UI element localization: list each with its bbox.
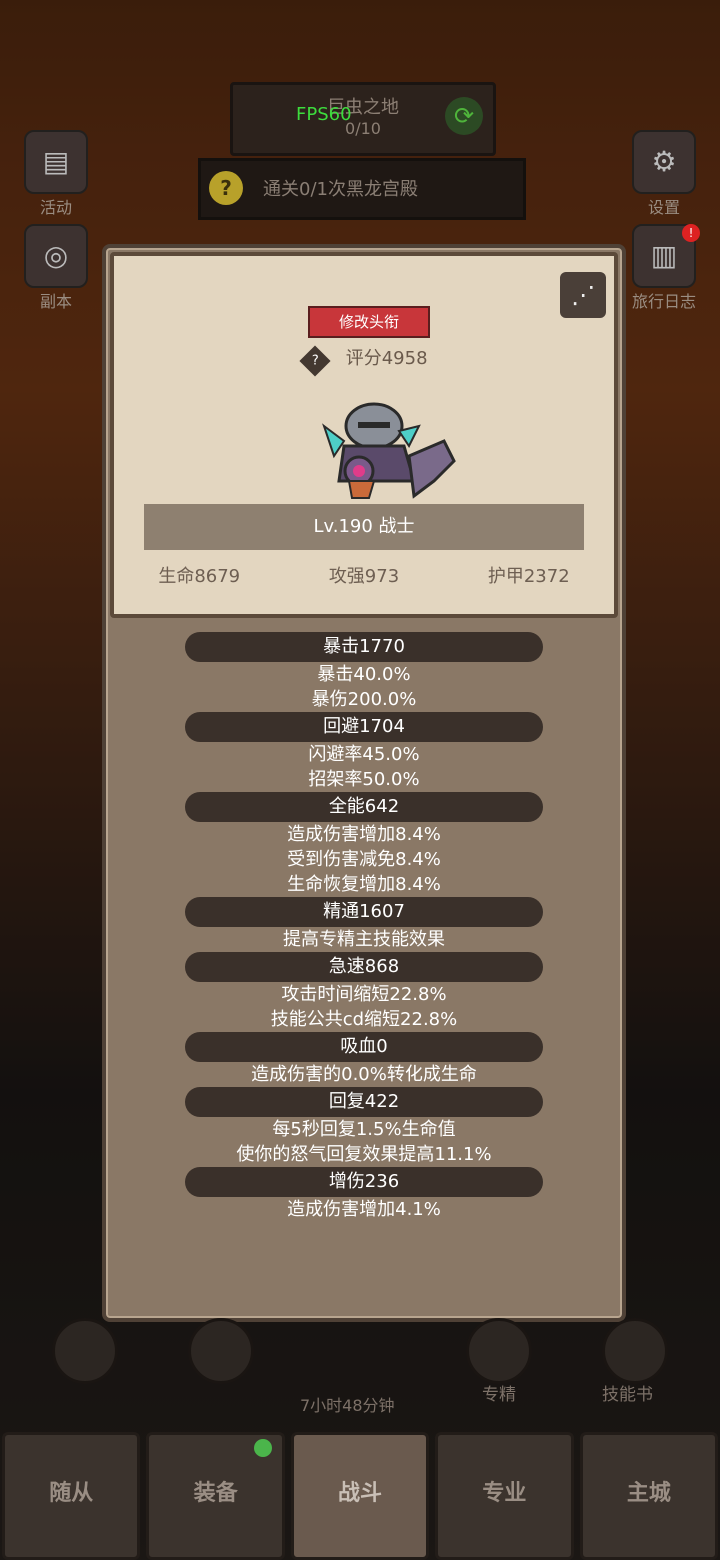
notification-dot <box>253 1439 272 1457</box>
attribute-header: 全能642 <box>185 792 543 822</box>
tab-equipment[interactable]: 装备 <box>146 1432 285 1560</box>
settings-button[interactable]: ⚙ 设置 <box>624 130 704 218</box>
attribute-detail: 造成伤害的0.0%转化成生命 <box>251 1064 477 1085</box>
level-class-bar: Lv.190 战士 <box>144 504 584 550</box>
event-button[interactable]: ▤ 活动 <box>16 130 96 218</box>
attribute-list: 暴击1770 暴击40.0% 暴伤200.0% 回避1704 闪避率45.0% … <box>106 632 622 1222</box>
gear-icon: ⚙ <box>632 130 696 194</box>
dungeon-button[interactable]: ◎ 副本 <box>16 224 96 312</box>
event-label: 活动 <box>39 198 72 217</box>
tab-main-city[interactable]: 主城 <box>579 1432 719 1560</box>
hp-stat: 生命8679 <box>158 566 241 587</box>
attribute-header: 增伤236 <box>185 1167 543 1197</box>
dungeon-label: 副本 <box>39 292 72 311</box>
attribute-detail: 提高专精主技能效果 <box>283 929 445 950</box>
attribute-detail: 攻击时间缩短22.8% <box>281 984 447 1005</box>
armor-stat: 护甲2372 <box>487 566 570 587</box>
attribute-header: 回避1704 <box>185 712 543 742</box>
zone-box[interactable]: 巨虫之地 0/10 ⟳ <box>230 82 496 156</box>
alert-badge: ! <box>682 224 700 242</box>
attribute-detail: 造成伤害增加8.4% <box>287 824 441 845</box>
journal-button[interactable]: ▥ ! 旅行日志 <box>624 224 704 312</box>
dungeon-portal-icon: ◎ <box>24 224 88 288</box>
attribute-detail: 暴伤200.0% <box>311 689 417 710</box>
help-icon[interactable]: ? <box>209 171 243 205</box>
potion-button[interactable] <box>52 1318 118 1384</box>
spec-button[interactable] <box>466 1318 532 1384</box>
bottom-tab-bar: 随从 装备 战斗 专业 主城 <box>0 1432 720 1560</box>
character-stats-panel: 修改头衔 ? 评分4958 ⋰ Lv.190 战士 生命8679 攻强973 护… <box>102 244 626 1322</box>
attribute-detail: 技能公共cd缩短22.8% <box>270 1009 458 1030</box>
attribute-detail: 每5秒回复1.5%生命值 <box>272 1119 456 1140</box>
attribute-detail: 暴击40.0% <box>317 664 411 685</box>
share-icon[interactable]: ⋰ <box>560 272 606 318</box>
food-button[interactable] <box>188 1318 254 1384</box>
refresh-icon[interactable]: ⟳ <box>445 97 483 135</box>
tab-profession[interactable]: 专业 <box>435 1432 574 1560</box>
attribute-detail: 受到伤害减免8.4% <box>287 849 441 870</box>
attribute-detail: 闪避率45.0% <box>308 744 420 765</box>
fps-counter: FPS60 <box>296 104 352 125</box>
skillbook-label: 技能书 <box>602 1385 653 1405</box>
skillbook-button[interactable] <box>602 1318 668 1384</box>
score: ? 评分4958 <box>299 344 428 377</box>
chest-timer: 7小时48分钟 <box>300 1396 395 1415</box>
attack-stat: 攻强973 <box>328 566 400 587</box>
attribute-detail: 使你的怒气回复效果提高11.1% <box>236 1144 492 1165</box>
tab-followers[interactable]: 随从 <box>2 1432 141 1560</box>
hero-sprite <box>322 402 456 499</box>
quest-text: 通关0/1次黑龙宫殿 <box>263 179 418 200</box>
tab-battle[interactable]: 战斗 <box>290 1432 430 1560</box>
base-stats-row: 生命8679 攻强973 护甲2372 <box>114 562 614 588</box>
attribute-header: 暴击1770 <box>185 632 543 662</box>
info-icon[interactable]: ? <box>299 345 331 377</box>
quest-bar[interactable]: ? 通关0/1次黑龙宫殿 <box>198 158 526 220</box>
character-card: 修改头衔 ? 评分4958 ⋰ Lv.190 战士 生命8679 攻强973 护… <box>110 252 618 618</box>
attribute-header: 急速868 <box>185 952 543 982</box>
attribute-header: 精通1607 <box>185 897 543 927</box>
score-text: 评分4958 <box>345 348 428 369</box>
attribute-detail: 招架率50.0% <box>308 769 420 790</box>
attribute-header: 吸血0 <box>185 1032 543 1062</box>
attribute-detail: 造成伤害增加4.1% <box>287 1199 441 1220</box>
spec-label: 专精 <box>482 1385 516 1405</box>
attribute-header: 回复422 <box>185 1087 543 1117</box>
settings-label: 设置 <box>647 198 680 217</box>
tab-equipment-label: 装备 <box>193 1481 238 1506</box>
event-book-icon: ▤ <box>24 130 88 194</box>
edit-title-button[interactable]: 修改头衔 <box>308 306 430 338</box>
journal-label: 旅行日志 <box>631 292 696 311</box>
attribute-detail: 生命恢复增加8.4% <box>287 874 441 895</box>
